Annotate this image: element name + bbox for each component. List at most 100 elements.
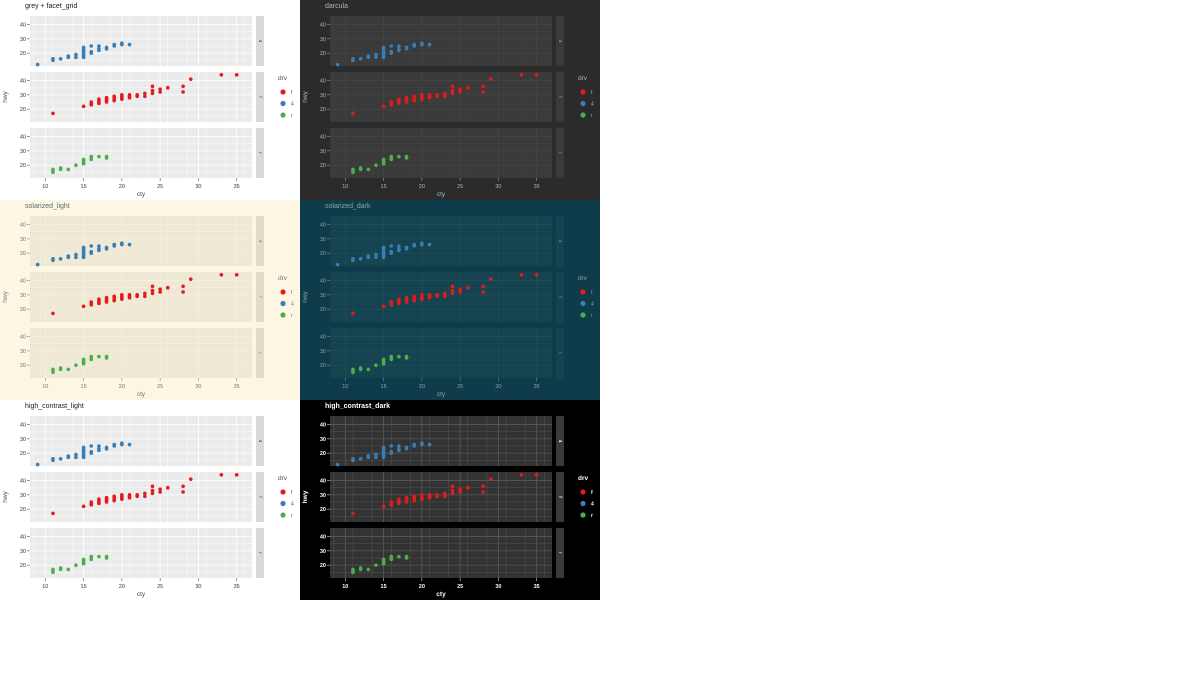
data-point (181, 284, 185, 289)
data-point (389, 244, 394, 248)
legend-key (580, 289, 586, 295)
chart-title: high_contrast_light (25, 403, 84, 410)
legend-label: 4 (291, 302, 294, 308)
data-point (389, 500, 394, 504)
data-point (397, 297, 401, 301)
data-point (188, 277, 193, 281)
data-point (135, 93, 139, 97)
x-tick-label: 15 (381, 184, 387, 190)
data-point (358, 457, 363, 461)
data-point (420, 41, 424, 45)
data-point (412, 242, 417, 247)
legend-key (280, 489, 286, 495)
data-point (481, 84, 485, 89)
data-point (58, 457, 63, 461)
data-point (127, 442, 132, 447)
panel-background (30, 216, 252, 266)
data-point (381, 357, 386, 362)
data-point (335, 62, 340, 67)
data-point (89, 244, 94, 248)
data-point (404, 45, 409, 50)
legend-key (280, 289, 286, 295)
panel-background (330, 216, 552, 266)
facet-panel-r: 203040r (320, 328, 564, 378)
data-point (81, 304, 86, 309)
legend-label: 4 (291, 102, 294, 108)
data-point (404, 154, 409, 159)
data-point (51, 257, 55, 261)
data-point (81, 45, 86, 50)
legend-label: 4 (591, 102, 594, 108)
chart-high-contrast-dark: high_contrast_dark 20 30 40 4 20 30 40 f 20 30 40 r 1… (300, 400, 600, 600)
data-point (89, 354, 94, 359)
data-point (112, 294, 117, 299)
chart-svg: high_contrast_light2030404203040f203040r… (0, 400, 300, 600)
data-point (97, 154, 101, 159)
x-tick-label: 35 (534, 184, 540, 190)
data-point (234, 473, 239, 477)
y-tick-label: 20 (20, 507, 26, 513)
x-tick-label: 15 (81, 184, 87, 190)
legend-key (580, 312, 586, 318)
data-point (435, 493, 439, 497)
data-point (120, 293, 124, 297)
legend-key (280, 100, 286, 107)
y-tick-label: 20 (320, 251, 326, 257)
data-point (366, 567, 371, 572)
data-point (181, 484, 185, 489)
data-point (450, 84, 455, 89)
legend-key (580, 89, 586, 95)
data-point (97, 97, 101, 101)
data-point (404, 95, 409, 100)
facet-panel-f: 203040f (20, 272, 264, 322)
y-axis-label: hwy (302, 90, 309, 102)
panel-background (30, 128, 252, 178)
data-point (51, 311, 55, 316)
data-point (120, 493, 124, 497)
data-point (481, 290, 485, 294)
data-point (66, 167, 71, 172)
data-point (89, 44, 94, 48)
legend-title: drv (578, 75, 588, 82)
panel-background (330, 328, 552, 378)
data-point (488, 277, 493, 281)
x-axis-label: cty (137, 591, 146, 598)
data-point (458, 287, 462, 291)
legend-label: 4 (291, 502, 294, 508)
data-point (89, 554, 94, 559)
data-point (351, 511, 355, 516)
x-tick-label: 25 (157, 584, 163, 590)
data-point (351, 111, 355, 116)
x-tick-label: 30 (195, 384, 201, 390)
y-tick-label: 40 (20, 535, 26, 541)
y-tick-label: 20 (20, 363, 26, 369)
data-point (465, 485, 470, 490)
legend-key (280, 112, 286, 118)
y-tick-label: 40 (320, 535, 326, 541)
y-tick-label: 40 (320, 223, 326, 229)
data-point (89, 449, 94, 454)
legend-label: 4 (591, 302, 594, 308)
y-tick-label: 30 (320, 549, 326, 555)
data-point (412, 442, 417, 447)
data-point (450, 484, 455, 489)
x-tick-label: 15 (381, 584, 387, 590)
data-point (366, 167, 371, 172)
data-point (381, 245, 386, 250)
data-point (481, 490, 485, 494)
data-point (404, 245, 409, 250)
facet-panel-4: 2030404 (320, 416, 564, 467)
data-point (420, 241, 424, 245)
y-tick-label: 40 (20, 279, 26, 285)
data-point (66, 54, 71, 58)
data-point (458, 487, 462, 491)
x-tick-label: 30 (495, 384, 501, 390)
facet-panel-4: 2030404 (20, 16, 264, 67)
data-point (35, 462, 40, 467)
data-point (150, 484, 155, 489)
legend-key (580, 300, 586, 307)
facet-panel-4: 2030404 (320, 216, 564, 267)
data-point (404, 354, 409, 359)
x-tick-label: 20 (419, 384, 425, 390)
chart-solarized-light: solarized_light 20 30 40 4 20 30 40 f 20 30 40 r 10 15… (0, 200, 300, 400)
